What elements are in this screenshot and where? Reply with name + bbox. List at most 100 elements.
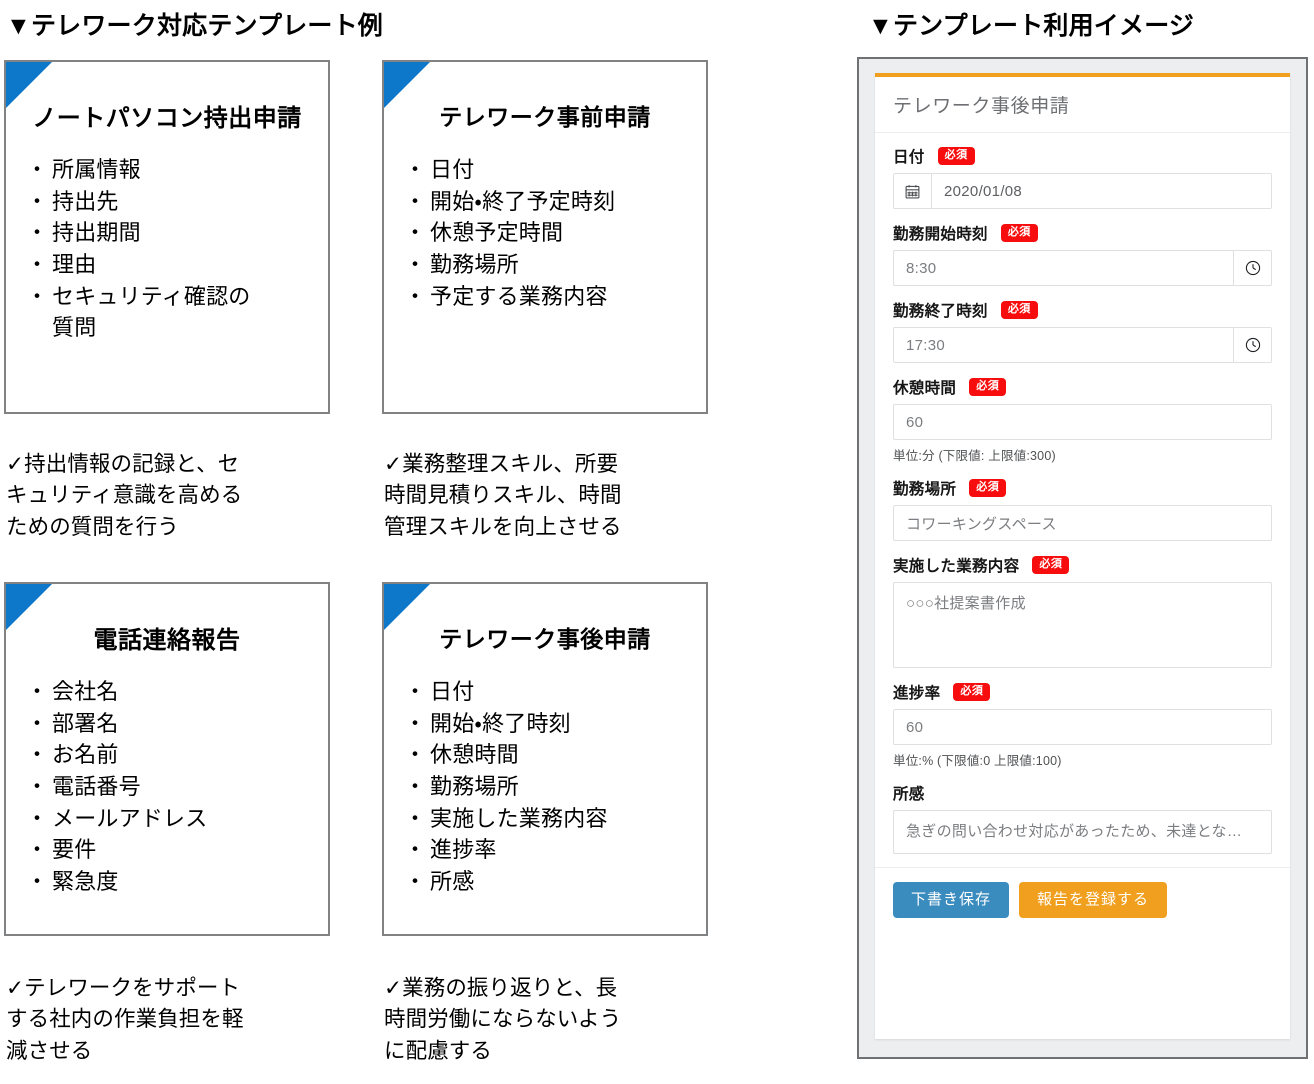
list-item: 実施した業務内容: [404, 803, 696, 835]
field-header: 勤務開始時刻 必須: [893, 222, 1272, 244]
list-item: 勤務場所: [404, 771, 696, 803]
list-item: 予定する業務内容: [404, 281, 696, 313]
clock-icon[interactable]: [1233, 251, 1271, 285]
template-card-title: テレワーク事前申請: [439, 104, 651, 130]
left-section-heading: ▼テレワーク対応テンプレート例: [6, 12, 383, 40]
template-caption-text: 持出情報の記録と、セ キュリティ意識を高める ための質問を行う: [6, 452, 243, 539]
list-item: 所属情報: [26, 154, 318, 186]
field-work-content: 実施した業務内容 必須 ○○○社提案書作成: [893, 554, 1272, 668]
field-label: 勤務開始時刻: [893, 226, 988, 243]
work-location-input[interactable]: コワーキングスペース: [893, 505, 1272, 541]
field-label: 所感: [893, 786, 925, 803]
list-item: 日付: [404, 676, 696, 708]
submit-report-button[interactable]: 報告を登録する: [1019, 882, 1168, 918]
template-card-title: 電話連絡報告: [93, 627, 241, 654]
field-date: 日付 必須 2020/01/08: [893, 145, 1272, 209]
field-label: 勤務場所: [893, 481, 957, 498]
list-item: 所感: [404, 866, 696, 898]
list-item: メールアドレス: [26, 803, 318, 835]
template-caption: ✓業務の振り返りと、長 時間労働にならないよう に配慮する: [384, 973, 704, 1067]
save-draft-button[interactable]: 下書き保存: [893, 882, 1010, 918]
break-time-input[interactable]: 60: [893, 404, 1272, 440]
form-title: テレワーク事後申請: [875, 77, 1290, 133]
check-icon: ✓: [384, 452, 403, 476]
list-item: 休憩時間: [404, 739, 696, 771]
list-item: セキュリティ確認の 質問: [26, 281, 318, 344]
break-time-hint: 単位:分 (下限値: 上限値:300): [893, 449, 1056, 463]
date-input[interactable]: 2020/01/08: [893, 173, 1272, 209]
progress-rate-hint: 単位:% (下限値:0 上限値:100): [893, 754, 1062, 768]
field-end-time: 勤務終了時刻 必須 17:30: [893, 299, 1272, 363]
list-item: 進捗率: [404, 834, 696, 866]
template-card-title: テレワーク事後申請: [439, 626, 651, 652]
end-time-input[interactable]: 17:30: [893, 327, 1272, 363]
required-badge: 必須: [953, 683, 991, 701]
progress-rate-input[interactable]: 60: [893, 709, 1272, 745]
field-header: 勤務終了時刻 必須: [893, 299, 1272, 321]
date-value[interactable]: 2020/01/08: [932, 174, 1271, 208]
check-icon: ✓: [384, 976, 403, 1000]
template-caption-text: 業務の振り返りと、長 時間労働にならないよう に配慮する: [384, 976, 622, 1063]
field-header: 日付 必須: [893, 145, 1272, 167]
list-item: 勤務場所: [404, 249, 696, 281]
start-time-input[interactable]: 8:30: [893, 250, 1272, 286]
field-label: 勤務終了時刻: [893, 303, 988, 320]
list-item: 開始・終了予定時刻: [404, 186, 696, 218]
field-header: 進捗率 必須: [893, 681, 1272, 703]
impression-textarea[interactable]: 急ぎの問い合わせ対応があったため、未達とな…: [893, 810, 1272, 854]
template-caption: ✓持出情報の記録と、セ キュリティ意識を高める ための質問を行う: [6, 449, 326, 543]
required-badge: 必須: [969, 378, 1007, 396]
form-body: 日付 必須 2020/01/08 勤務開始時刻 必須 8:30 勤務終了時刻 必…: [875, 133, 1290, 854]
list-item: 緊急度: [26, 866, 318, 898]
break-time-value[interactable]: 60: [894, 405, 1271, 439]
template-card-field-list: 会社名 部署名 お名前 電話番号 メールアドレス 要件 緊急度: [26, 676, 318, 898]
field-header: 所感: [893, 782, 1272, 804]
template-card: ノートパソコン持出申請 所属情報 持出先 持出期間 理由 セキュリティ確認の 質…: [4, 60, 330, 414]
list-item: 日付: [404, 154, 696, 186]
work-content-textarea[interactable]: ○○○社提案書作成: [893, 582, 1272, 668]
list-item: 部署名: [26, 708, 318, 740]
template-caption: ✓業務整理スキル、所要 時間見積りスキル、時間 管理スキルを向上させる: [384, 449, 704, 543]
list-item: 持出期間: [26, 217, 318, 249]
template-card-title: ノートパソコン持出申請: [32, 105, 302, 132]
template-card-field-list: 日付 開始・終了予定時刻 休憩予定時間 勤務場所 予定する業務内容: [404, 154, 696, 313]
template-card-field-list: 日付 開始・終了時刻 休憩時間 勤務場所 実施した業務内容 進捗率 所感: [404, 676, 696, 898]
field-label: 進捗率: [893, 685, 941, 702]
list-item: 電話番号: [26, 771, 318, 803]
template-caption: ✓テレワークをサポート する社内の作業負担を軽 減させる: [6, 973, 326, 1067]
template-card: テレワーク事前申請 日付 開始・終了予定時刻 休憩予定時間 勤務場所 予定する業…: [382, 60, 708, 414]
progress-rate-value[interactable]: 60: [894, 710, 1271, 744]
check-icon: ✓: [6, 976, 25, 1000]
required-badge: 必須: [1000, 224, 1038, 242]
required-badge: 必須: [1032, 556, 1070, 574]
field-work-location: 勤務場所 必須 コワーキングスペース: [893, 477, 1272, 541]
template-card-field-list: 所属情報 持出先 持出期間 理由 セキュリティ確認の 質問: [26, 154, 318, 344]
list-item: 持出先: [26, 186, 318, 218]
field-progress-rate: 進捗率 必須 60 単位:% (下限値:0 上限値:100): [893, 681, 1272, 769]
field-label: 休憩時間: [893, 380, 957, 397]
required-badge: 必須: [969, 479, 1007, 497]
list-item: 理由: [26, 249, 318, 281]
list-item: お名前: [26, 739, 318, 771]
template-caption-text: テレワークをサポート する社内の作業負担を軽 減させる: [6, 976, 244, 1063]
calendar-icon[interactable]: [894, 174, 932, 208]
right-section-heading: ▼テンプレート利用イメージ: [868, 12, 1195, 40]
field-label: 実施した業務内容: [893, 558, 1020, 575]
list-item: 会社名: [26, 676, 318, 708]
impression-value[interactable]: 急ぎの問い合わせ対応があったため、未達とな…: [894, 811, 1271, 853]
list-item: 要件: [26, 834, 318, 866]
required-badge: 必須: [937, 147, 975, 165]
field-header: 実施した業務内容 必須: [893, 554, 1272, 576]
work-location-value[interactable]: コワーキングスペース: [894, 506, 1271, 540]
template-card: テレワーク事後申請 日付 開始・終了時刻 休憩時間 勤務場所 実施した業務内容 …: [382, 582, 708, 936]
check-icon: ✓: [6, 452, 25, 476]
clock-icon[interactable]: [1233, 328, 1271, 362]
template-caption-text: 業務整理スキル、所要 時間見積りスキル、時間 管理スキルを向上させる: [384, 452, 622, 539]
form-footer: 下書き保存 報告を登録する: [875, 867, 1290, 918]
field-label: 日付: [893, 149, 925, 166]
end-time-value[interactable]: 17:30: [894, 328, 1233, 362]
start-time-value[interactable]: 8:30: [894, 251, 1233, 285]
field-header: 休憩時間 必須: [893, 376, 1272, 398]
field-start-time: 勤務開始時刻 必須 8:30: [893, 222, 1272, 286]
work-content-value[interactable]: ○○○社提案書作成: [894, 583, 1271, 667]
